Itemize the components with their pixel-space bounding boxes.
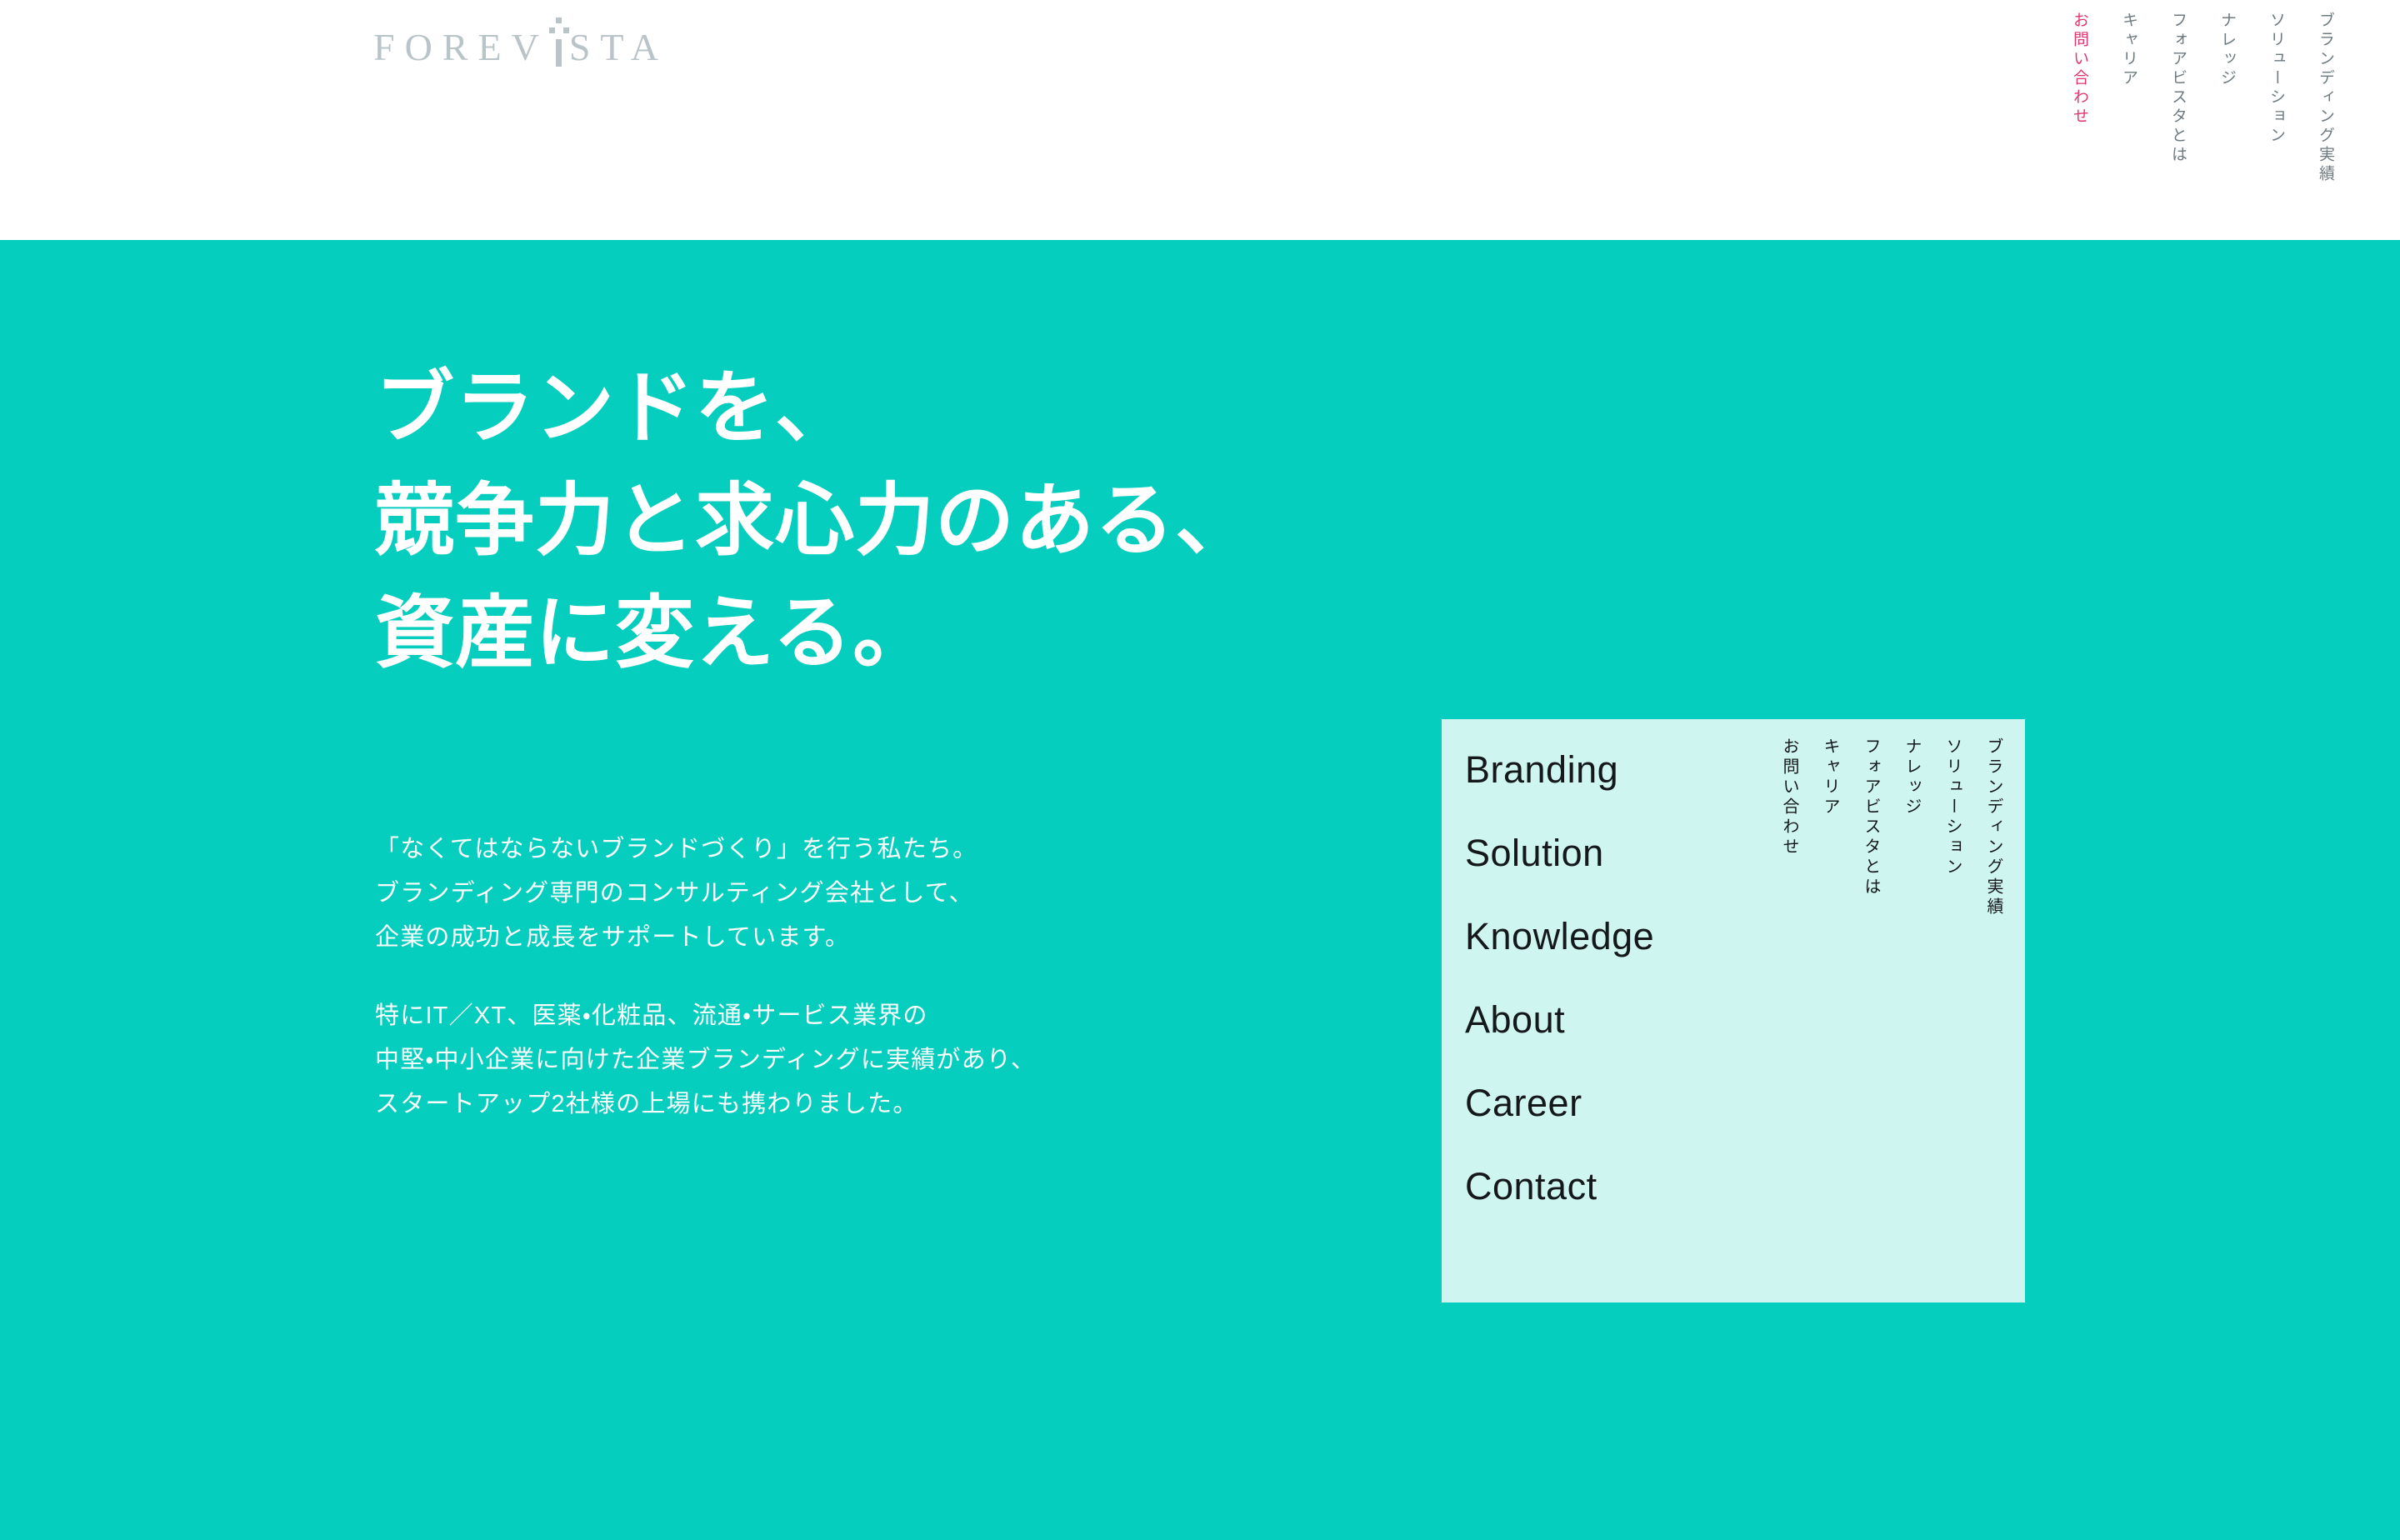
hero-section: ブランドを、 競争力と求心力のある、 資産に変える。 「なくてはならないブランド… <box>0 240 2400 1540</box>
menu-jp-item-contact[interactable]: お問い合わせ <box>1780 738 1798 858</box>
logo-dot-top <box>556 18 562 23</box>
menu-panel: Branding Solution Knowledge About Career… <box>1442 719 2025 1302</box>
menu-english-list: Branding Solution Knowledge About Career… <box>1465 751 1654 1205</box>
hero-heading-line-3: 資産に変える。 <box>375 588 933 678</box>
hero-heading-line-1: ブランドを、 <box>375 364 856 452</box>
menu-item-about[interactable]: About <box>1465 1001 1654 1038</box>
menu-jp-item-about[interactable]: フォアビスタとは <box>1862 738 1880 898</box>
header-nav-item-contact[interactable]: お問い合わせ <box>2071 12 2088 127</box>
hero-paragraph-1-line-3: 企業の成功と成長をサポートしています。 <box>375 923 851 951</box>
logo-dot-left <box>548 28 555 33</box>
hero-paragraph-2-line-3: スタートアップ2社様の上場にも携わりました。 <box>375 1090 918 1118</box>
logo-dot-right <box>562 28 569 33</box>
hero-paragraph-1-line-1: 「なくてはならないブランドづくり」を行う私たち。 <box>375 836 978 862</box>
menu-jp-item-knowledge[interactable]: ナレッジ <box>1902 738 1921 818</box>
logo-text-before: FOREV <box>373 26 549 68</box>
hero-paragraph-2-line-2: 中堅・中小企業に向けた企業ブランディングに実績があり、 <box>375 1047 1037 1074</box>
menu-jp-item-career[interactable]: キャリア <box>1821 738 1839 818</box>
logo-i-glyph <box>548 18 569 67</box>
header-nav-item-about[interactable]: フォアビスタとは <box>2169 12 2187 165</box>
site-logo[interactable]: FOREV STA <box>373 15 668 67</box>
hero-description: 「なくてはならないブランドづくり」を行う私たち。 ブランディング専門のコンサルテ… <box>375 828 1036 1127</box>
header-nav-item-knowledge[interactable]: ナレッジ <box>2218 12 2236 88</box>
header-navigation: ブランディング実績 ソリューション ナレッジ フォアビスタとは キャリア お問い… <box>2071 12 2334 184</box>
hero-paragraph-1-line-2: ブランディング専門のコンサルティング会社として、 <box>375 879 974 907</box>
hero-paragraph-2-line-1: 特にIT／XT、医薬・化粧品、流通・サービス業界の <box>375 1002 928 1030</box>
menu-item-career[interactable]: Career <box>1465 1084 1654 1122</box>
menu-item-knowledge[interactable]: Knowledge <box>1465 918 1654 955</box>
hero-paragraph-2: 特にIT／XT、医薬・化粧品、流通・サービス業界の 中堅・中小企業に向けた企業ブ… <box>375 994 1036 1126</box>
hero-heading: ブランドを、 競争力と求心力のある、 資産に変える。 <box>375 352 1255 690</box>
site-header: FOREV STA ブランディング実績 ソリューション ナレッジ フォアビスタと… <box>0 0 2400 240</box>
hero-paragraph-1: 「なくてはならないブランドづくり」を行う私たち。 ブランディング専門のコンサルテ… <box>375 828 1036 959</box>
header-nav-item-career[interactable]: キャリア <box>2120 12 2138 88</box>
menu-item-solution[interactable]: Solution <box>1465 834 1654 872</box>
menu-item-contact[interactable]: Contact <box>1465 1168 1654 1205</box>
hero-heading-line-2: 競争力と求心力のある、 <box>375 476 1256 565</box>
menu-jp-item-branding-results[interactable]: ブランディング実績 <box>1984 738 2002 918</box>
logo-text-after: STA <box>568 26 669 68</box>
logo-i-stem <box>556 39 562 67</box>
menu-item-branding[interactable]: Branding <box>1465 751 1654 788</box>
menu-japanese-list: ブランディング実績 ソリューション ナレッジ フォアビスタとは キャリア お問い… <box>1780 738 2002 918</box>
header-nav-item-branding-results[interactable]: ブランディング実績 <box>2317 12 2334 184</box>
header-nav-item-solution[interactable]: ソリューション <box>2268 12 2285 146</box>
menu-jp-item-solution[interactable]: ソリューション <box>1943 738 1962 878</box>
